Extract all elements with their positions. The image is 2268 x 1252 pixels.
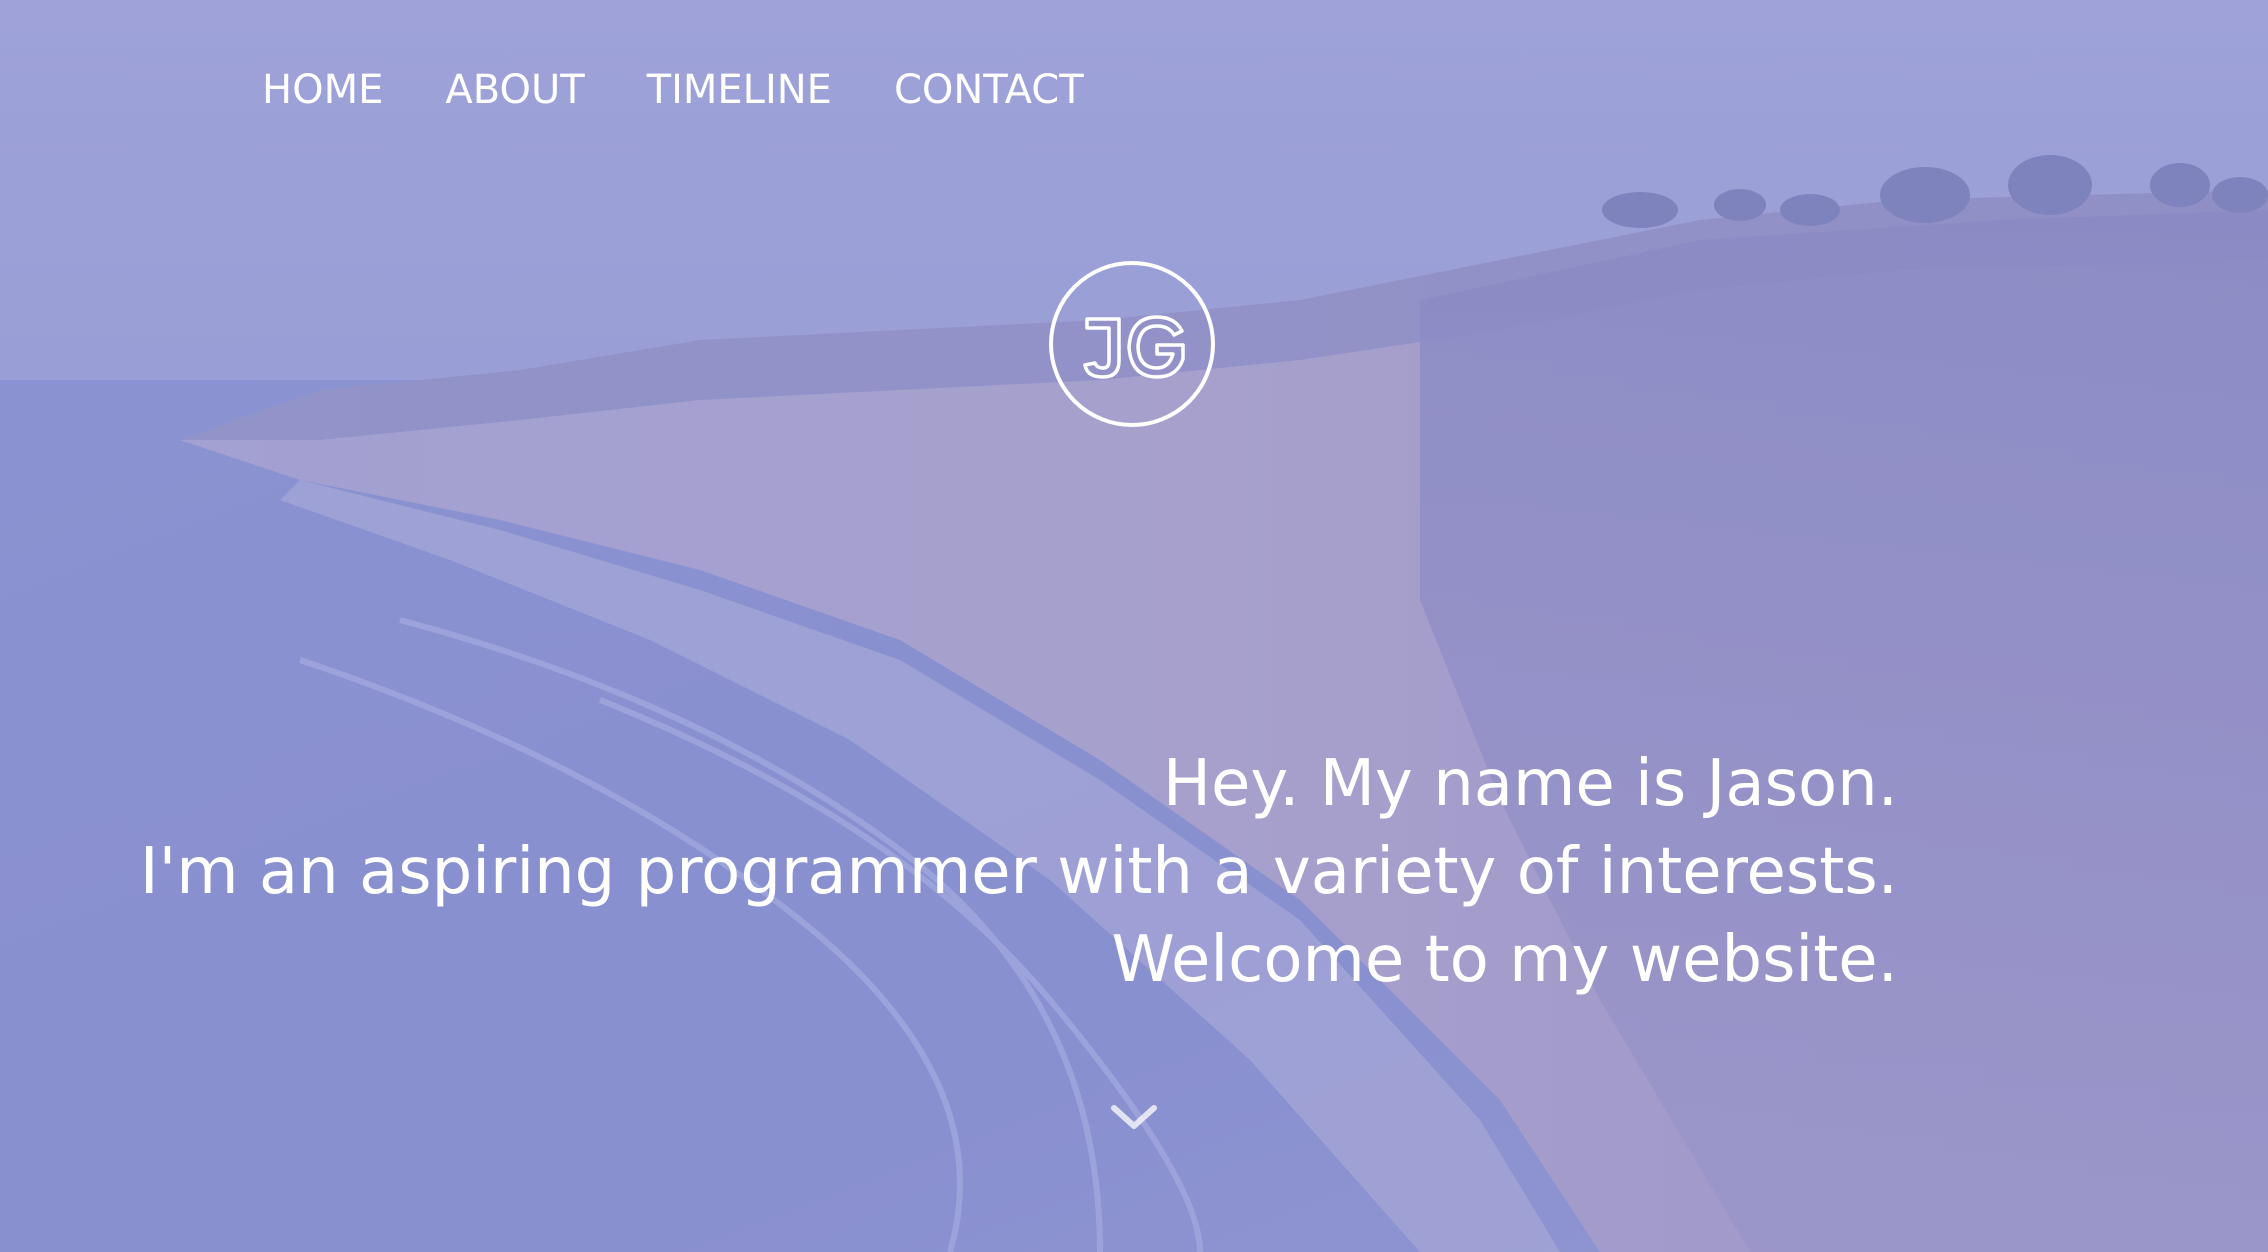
intro-line-2: I'm an aspiring programmer with a variet… <box>139 835 1898 909</box>
jg-monogram-icon <box>1083 315 1185 379</box>
intro-line-1: Hey. My name is Jason. <box>1162 747 1898 821</box>
main-nav: HOME ABOUT TIMELINE CONTACT <box>262 62 1146 118</box>
jg-monogram-logo[interactable] <box>1049 261 1215 427</box>
hero-section: HOME ABOUT TIMELINE CONTACT Hey. My name… <box>0 0 2268 1252</box>
intro-line-3: Welcome to my website. <box>1111 923 1898 997</box>
chevron-down-icon[interactable] <box>1110 1100 1158 1134</box>
hero-tint-overlay <box>0 0 2268 1252</box>
nav-item-home[interactable]: HOME <box>262 62 383 118</box>
nav-item-about[interactable]: ABOUT <box>445 62 584 118</box>
nav-item-timeline[interactable]: TIMELINE <box>647 62 832 118</box>
nav-item-contact[interactable]: CONTACT <box>894 62 1084 118</box>
intro-text: Hey. My name is Jason. I'm an aspiring p… <box>140 740 1898 1004</box>
